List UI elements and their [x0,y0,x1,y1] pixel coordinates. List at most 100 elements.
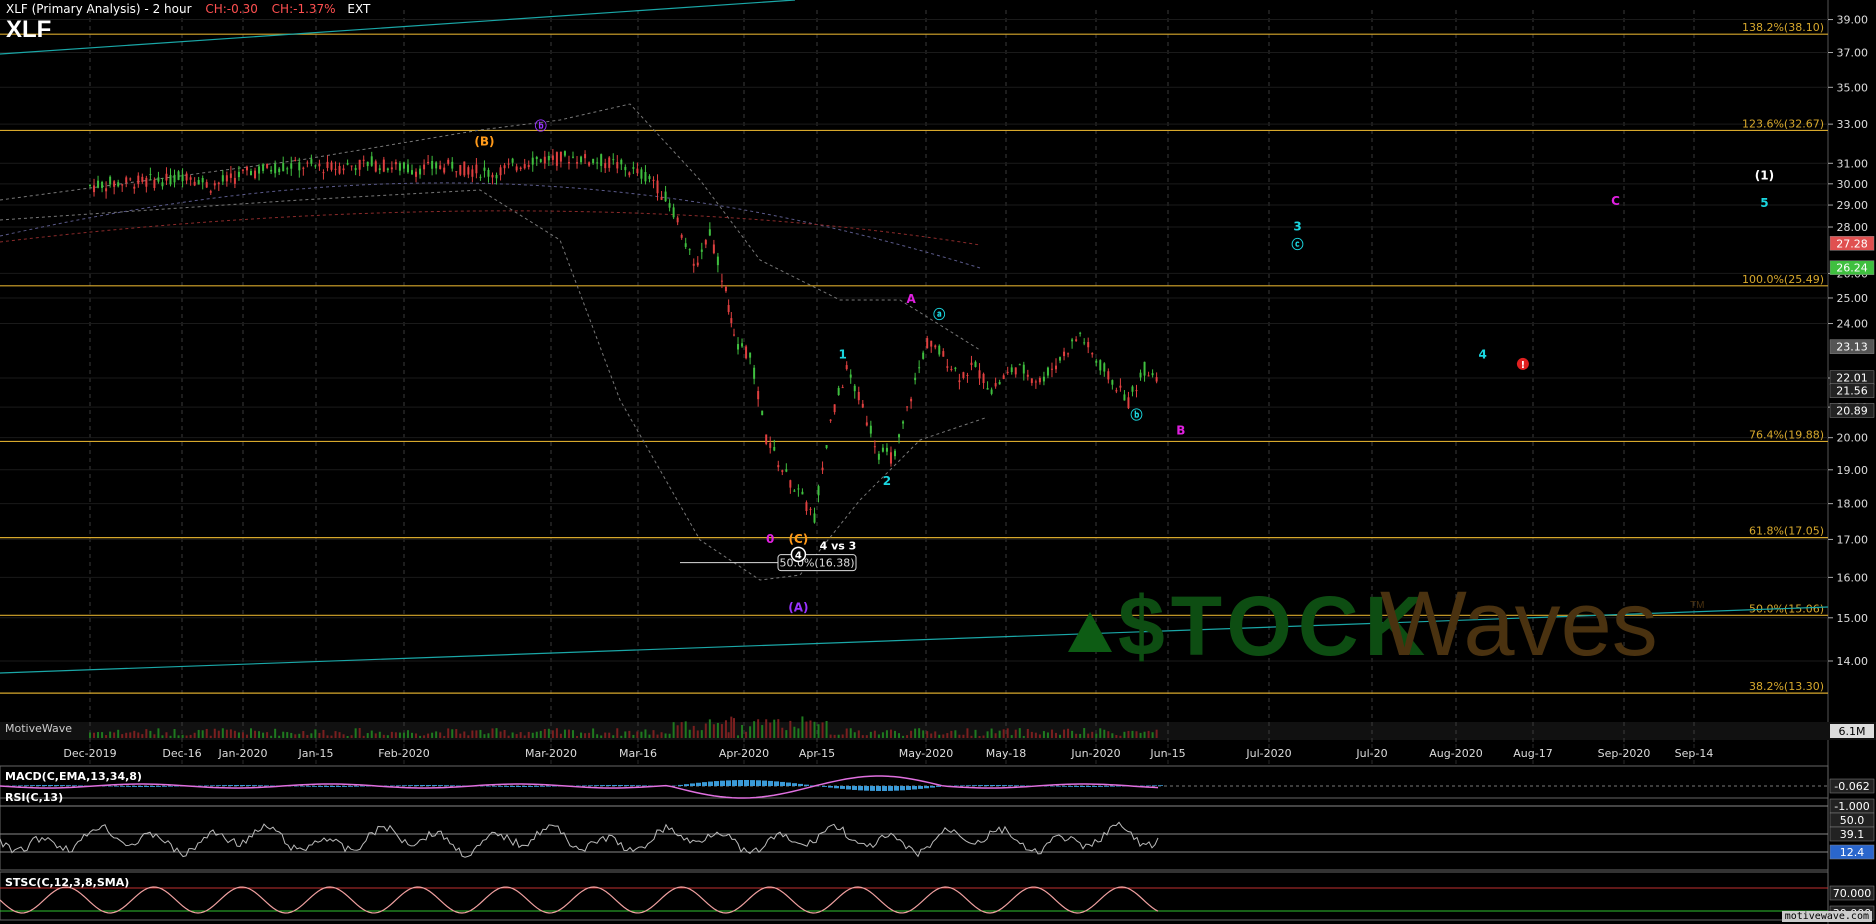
candle-body [334,168,337,170]
candle-body [1091,353,1094,355]
macd-histogram-bar [150,786,155,787]
volume-bar [555,728,558,738]
volume-bar [173,729,176,738]
volume-bar [918,728,921,738]
volume-bar [479,729,482,738]
volume-bar [656,734,659,738]
candle-body [165,173,168,181]
candle-body [730,318,733,324]
volume-bar [789,720,792,738]
candle-body [1063,351,1066,357]
volume-bar [966,728,969,738]
candle-body [668,203,671,208]
volume-bar [954,730,957,738]
volume-bar [511,732,514,738]
candle-body [1155,377,1158,382]
volume-bar [700,730,703,738]
volume-bar [1026,728,1029,738]
volume-bar [620,735,623,738]
volume-bar [793,726,796,738]
candle-body [531,157,534,165]
volume-bar [431,732,434,738]
volume-bar [113,732,116,738]
candle-body [640,169,643,179]
volume-bar [141,734,144,738]
candle-body [314,165,317,167]
macd-histogram-bar [408,785,413,786]
candle-body [189,177,192,180]
macd-histogram-bar [306,786,311,787]
candle-body [1071,339,1074,342]
volume-bar [684,721,687,738]
wave-label: 5 [1760,196,1768,210]
macd-histogram-bar [582,785,587,786]
volume-bar [1127,730,1130,738]
candle-body [1099,360,1102,371]
volume-bar [801,716,804,738]
macd-histogram-bar [846,786,851,790]
time-tick-label: Jun-15 [1149,747,1185,760]
macd-histogram-bar [990,785,995,786]
volume-bar [660,732,663,738]
macd-histogram-bar [60,785,65,786]
candle-body [712,244,715,254]
volume-bar [1059,734,1062,738]
macd-histogram-bar [750,780,755,786]
candle-body [551,155,554,160]
macd-histogram-bar [1104,786,1109,787]
candle-body [628,172,631,176]
macd-histogram-bar [540,786,545,787]
wave-label: (B) [474,134,494,148]
candle-body [205,182,208,188]
volume-bar [439,732,442,738]
candle-body [825,445,828,449]
time-tick-label: Apr-2020 [719,747,769,760]
volume-bar [423,735,426,738]
volume-bar [741,724,744,738]
volume-bar [881,732,884,738]
candle-body [105,188,108,192]
volume-bar [97,732,100,738]
wave-label: (A) [788,601,808,615]
candle-body [861,403,864,408]
volume-bar [250,728,252,738]
candle-body [781,470,784,472]
volume-bar [398,732,401,738]
wave-label: ⓑ [1130,407,1142,422]
macd-histogram-bar [30,785,35,786]
macd-histogram-bar [1074,786,1079,787]
volume-bar [294,734,297,738]
macd-histogram-bar [906,786,911,790]
macd-histogram-bar [798,783,803,786]
candle-body [793,490,796,492]
time-tick-label: Sep-14 [1675,747,1714,760]
volume-bar [169,735,172,738]
price-chart[interactable]: 138.2%(38.10) 123.6%(32.67) 100.0%(25.49) 7… [0,0,1876,924]
volume-bar [753,721,756,738]
volume-bar [290,732,293,738]
macd-histogram-bar [1008,785,1013,786]
macd-histogram-bar [1014,785,1019,786]
macd-panel-label: MACD(C,EMA,13,34,8) [5,770,142,783]
candle-body [974,361,977,367]
volume-bar [1119,735,1122,738]
macd-histogram-bar [312,786,317,787]
volume-bar [149,730,152,738]
candle-body [727,305,730,313]
candle-body [926,338,929,349]
volume-bar [262,732,265,738]
volume-bar [314,729,317,738]
candle-body [1067,353,1070,355]
candle-body [386,168,389,171]
candle-body [1131,386,1134,392]
candle-body [555,152,558,166]
volume-bar [805,721,808,738]
macd-histogram-bar [1098,786,1103,787]
candle-body [1107,371,1110,380]
volume-bar [1123,731,1126,738]
candle-body [580,156,583,163]
wave-label: ⓑ [535,118,547,133]
volume-bar [105,735,108,738]
price-tick-label: 29.00 [1837,199,1869,212]
macd-histogram-bar [1020,785,1025,786]
